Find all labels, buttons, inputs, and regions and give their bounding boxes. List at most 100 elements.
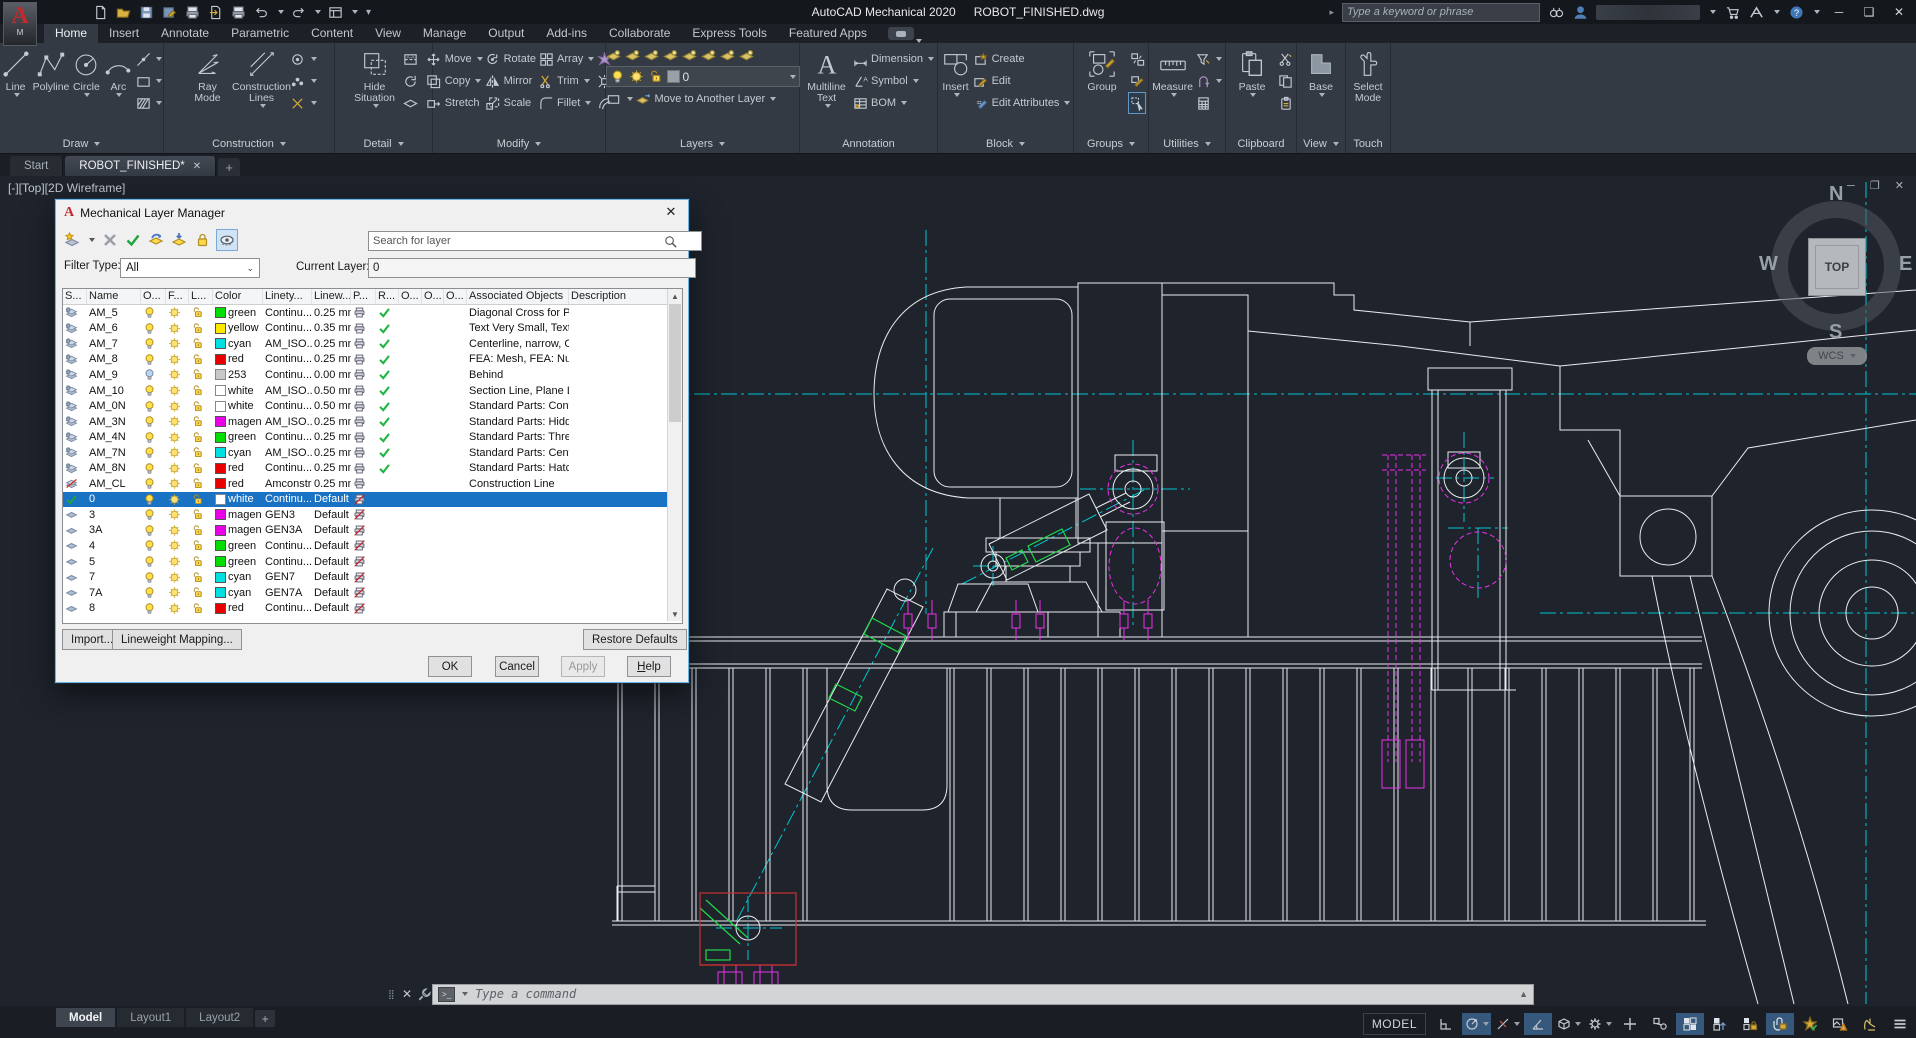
cut-icon[interactable] <box>1277 49 1293 69</box>
detail-layer-icon[interactable] <box>403 93 419 113</box>
freeze-sun-icon[interactable] <box>166 462 189 475</box>
lineweight-cell[interactable]: 0.25 mm <box>312 338 351 350</box>
cart-icon[interactable] <box>1724 4 1740 20</box>
unlock-icon[interactable] <box>189 477 213 490</box>
connect-cloud-icon[interactable] <box>888 27 914 40</box>
lineweight-cell[interactable]: 0.50 mm <box>312 385 351 397</box>
no-plot-icon[interactable] <box>351 493 376 506</box>
linetype-cell[interactable]: GEN3A <box>263 524 312 536</box>
measure-button[interactable]: Measure <box>1152 45 1193 135</box>
unlock-icon[interactable] <box>189 353 213 366</box>
erase-construction-icon[interactable] <box>290 93 317 113</box>
layer-freeze-icon[interactable] <box>644 48 660 64</box>
panel-label-touch[interactable]: Touch <box>1346 135 1390 153</box>
lineweight-cell[interactable]: 0.35 mm <box>312 322 351 334</box>
ribbon-tab-add-ins[interactable]: Add-ins <box>535 24 598 43</box>
layer-row-am_0n[interactable]: AM_0N white Continu... 0.50 mm Standard … <box>63 398 682 414</box>
scroll-down-icon[interactable]: ▼ <box>668 607 682 621</box>
lineweight-cell[interactable]: 0.25 mm <box>312 447 351 459</box>
linetype-cell[interactable]: Continu... <box>263 431 312 443</box>
bulb-on-icon[interactable] <box>141 415 166 428</box>
freeze-sun-icon[interactable] <box>166 555 189 568</box>
linetype-cell[interactable]: Continu... <box>263 602 312 614</box>
lineweight-cell[interactable]: Default <box>312 509 351 521</box>
table-scrollbar[interactable]: ▲ ▼ <box>667 289 682 621</box>
column-header[interactable]: Description <box>569 289 682 304</box>
panel-label-detail[interactable]: Detail <box>335 135 432 153</box>
no-plot-icon[interactable] <box>351 508 376 521</box>
ribbon-tab-home[interactable]: Home <box>44 24 98 43</box>
layer-color-cell[interactable]: white <box>213 400 263 412</box>
undo-icon[interactable] <box>253 4 270 21</box>
rotate-button[interactable]: Rotate <box>485 49 536 69</box>
plot-icon[interactable] <box>351 353 376 366</box>
layer-standards-icon[interactable] <box>148 232 164 248</box>
linetype-cell[interactable]: AM_ISO... <box>263 385 312 397</box>
freeze-sun-icon[interactable] <box>166 571 189 584</box>
panel-label-utilities[interactable]: Utilities <box>1149 135 1225 153</box>
bulb-on-icon[interactable] <box>141 337 166 350</box>
ribbon-tab-insert[interactable]: Insert <box>98 24 150 43</box>
freeze-sun-icon[interactable] <box>166 477 189 490</box>
bulb-on-icon[interactable] <box>141 353 166 366</box>
plot-icon[interactable] <box>351 384 376 397</box>
move-button[interactable]: Move <box>426 49 483 69</box>
scroll-up-icon[interactable]: ▲ <box>668 289 682 303</box>
no-plot-icon[interactable] <box>351 602 376 615</box>
plot-icon[interactable] <box>351 415 376 428</box>
set-current-layer-icon[interactable] <box>125 232 141 248</box>
lineweight-cell[interactable]: Default <box>312 540 351 552</box>
paste-button[interactable]: Paste <box>1229 45 1275 135</box>
column-header[interactable]: O... <box>141 289 166 304</box>
new-layout-button[interactable]: + <box>255 1010 275 1027</box>
dimension-button[interactable]: Dimension <box>852 49 934 69</box>
ribbon-tab-annotate[interactable]: Annotate <box>150 24 220 43</box>
freeze-sun-icon[interactable] <box>166 493 189 506</box>
quick-select-icon[interactable] <box>1195 49 1222 69</box>
linetype-cell[interactable]: Continu... <box>263 307 312 319</box>
layout-switch-icon[interactable] <box>327 4 344 21</box>
edit-attributes-button[interactable]: ⌗Edit Attributes <box>973 93 1071 113</box>
unlock-icon[interactable] <box>189 571 213 584</box>
infocenter-search-input[interactable] <box>1342 3 1540 22</box>
layer-row-7a[interactable]: 7A cyan GEN7A Default <box>63 585 682 601</box>
layer-off-icon[interactable] <box>663 48 679 64</box>
command-input[interactable] <box>473 986 1514 1002</box>
layer-color-cell[interactable]: cyan <box>213 587 263 599</box>
drawing-area[interactable]: [-][Top][2D Wireframe] ─ ❐ ✕ N S W E TOP… <box>0 176 1916 1006</box>
construction-lines-button[interactable]: ConstructionLines <box>236 45 288 135</box>
layer-visibility-icon[interactable] <box>217 230 237 250</box>
unlock-icon[interactable] <box>189 431 213 444</box>
linetype-cell[interactable]: GEN3 <box>263 509 312 521</box>
construction-points-icon[interactable] <box>290 71 317 91</box>
ribbon-tab-output[interactable]: Output <box>477 24 535 43</box>
column-header[interactable]: L... <box>189 289 213 304</box>
panel-label-clipboard[interactable]: Clipboard <box>1226 135 1296 153</box>
layer-color-cell[interactable]: yellow <box>213 322 263 334</box>
column-header[interactable]: Color <box>213 289 263 304</box>
layer-lock-icon[interactable] <box>720 48 736 64</box>
bulb-on-icon[interactable] <box>141 539 166 552</box>
no-plot-icon[interactable] <box>351 571 376 584</box>
column-header[interactable]: S... <box>63 289 87 304</box>
plot-icon[interactable] <box>351 477 376 490</box>
bulb-on-icon[interactable] <box>141 400 166 413</box>
layer-color-cell[interactable]: white <box>213 385 263 397</box>
wcs-dropdown[interactable]: WCS <box>1807 347 1867 365</box>
layer-search-input[interactable] <box>368 231 702 251</box>
column-header[interactable]: R... <box>376 289 399 304</box>
hide-situation-button[interactable]: HideSituation <box>349 45 401 135</box>
cancel-button[interactable]: Cancel <box>495 656 539 677</box>
layer-color-cell[interactable]: cyan <box>213 571 263 583</box>
unlock-icon[interactable] <box>189 337 213 350</box>
layer-color-cell[interactable]: magen <box>213 509 263 521</box>
unlock-icon[interactable] <box>189 400 213 413</box>
array-button[interactable]: Array <box>538 49 594 69</box>
panel-label-modify[interactable]: Modify <box>433 135 605 153</box>
unlock-icon[interactable] <box>189 462 213 475</box>
view-cube-east[interactable]: E <box>1899 253 1912 276</box>
stretch-button[interactable]: Stretch <box>426 93 483 113</box>
bulb-on-icon[interactable] <box>141 493 166 506</box>
bulb-on-icon[interactable] <box>141 508 166 521</box>
viewport-window-buttons[interactable]: ─ ❐ ✕ <box>1847 179 1910 192</box>
